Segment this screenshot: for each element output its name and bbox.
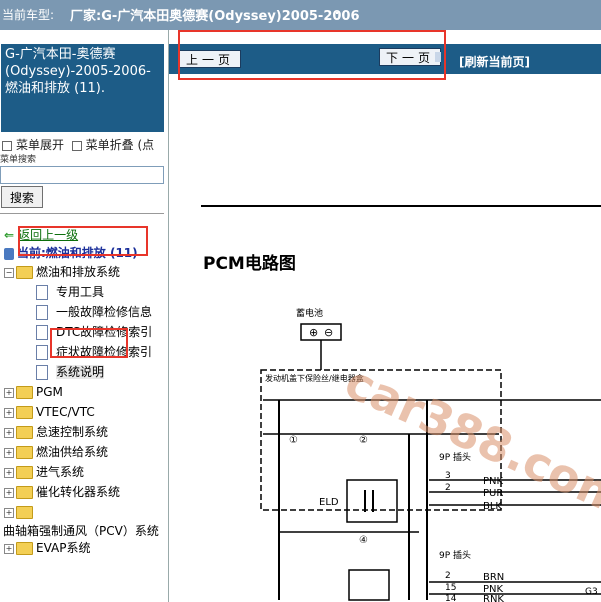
tree-item-label[interactable]: 进气系统 <box>36 465 84 479</box>
document-icon <box>36 345 48 360</box>
collapse-toggle-icon[interactable]: − <box>4 267 14 278</box>
pin-number: 2 <box>445 571 451 581</box>
folder-icon <box>16 506 33 519</box>
folder-icon <box>16 466 33 479</box>
tree-item[interactable]: + VTEC/VTC <box>4 402 95 422</box>
diagram-title: PCM电路图 <box>203 254 296 274</box>
fuse-marker: ② <box>359 435 368 446</box>
tree-item-label[interactable]: VTEC/VTC <box>36 405 95 419</box>
folder-icon <box>16 386 33 399</box>
current-node-icon <box>4 247 14 260</box>
tree-item[interactable]: + 进气系统 <box>4 462 84 482</box>
search-label: 菜单搜索 <box>0 155 37 165</box>
search-button[interactable]: 搜索 <box>1 186 43 208</box>
collapse-label[interactable]: 菜单折叠 (点 <box>86 138 155 152</box>
tree-item[interactable]: + PGM <box>4 382 63 402</box>
expand-toggle-icon[interactable]: + <box>4 387 14 398</box>
divider <box>0 213 164 214</box>
pin-number: 15 <box>445 583 456 593</box>
component-box <box>348 569 390 601</box>
expand-toggle-icon[interactable]: + <box>4 467 14 478</box>
document-icon <box>36 285 48 300</box>
refresh-link[interactable]: [刷新当前页] <box>459 53 530 70</box>
search-input[interactable] <box>0 166 164 184</box>
battery-box <box>300 323 342 341</box>
tree-item-label[interactable]: 一般故障检修信息 <box>56 305 152 319</box>
tree-item-label[interactable]: 系统说明 <box>56 365 105 379</box>
highlight-box <box>18 226 148 256</box>
tree-item-label[interactable]: 燃油和排放系统 <box>36 265 120 279</box>
tree-item-label[interactable]: 燃油供给系统 <box>36 445 108 459</box>
expand-checkbox[interactable] <box>2 140 12 151</box>
circuit-diagram: 蓄电池 ⊕ ⊖ 发动机盖下保险丝/继电器盒 ① ② ④ 9P 插头 3 2 PN… <box>260 307 601 602</box>
tree-item[interactable]: + 燃油供给系统 <box>4 442 108 462</box>
sidebar-title: G-广汽本田-奥德赛(Odyssey)-2005-2006- 燃油和排放 (11… <box>1 44 164 132</box>
folder-icon <box>16 406 33 419</box>
tree-item-label[interactable]: 怠速控制系统 <box>36 425 108 439</box>
connector-label: 9P 插头 <box>439 549 471 561</box>
expand-toggle-icon[interactable]: + <box>4 507 14 518</box>
tree-item[interactable]: − 燃油和排放系统 <box>4 262 120 282</box>
expand-toggle-icon[interactable]: + <box>4 407 14 418</box>
watermark: car388.com <box>337 355 601 527</box>
tree-item[interactable]: + 怠速控制系统 <box>4 422 108 442</box>
expand-toggle-icon[interactable]: + <box>4 427 14 438</box>
tree-item-label[interactable]: EVAP系统 <box>36 541 90 555</box>
decor-dot <box>336 12 338 14</box>
highlight-box <box>178 30 446 80</box>
tree-item-label[interactable]: PGM <box>36 385 63 399</box>
page-divider <box>201 205 601 207</box>
battery-label: 蓄电池 <box>296 307 323 319</box>
folder-icon <box>16 446 33 459</box>
document-icon <box>36 365 48 380</box>
document-icon <box>36 305 48 320</box>
expand-toggle-icon[interactable]: + <box>4 487 14 498</box>
wire-label: PUR <box>483 488 503 499</box>
expand-toggle-icon[interactable]: + <box>4 543 14 554</box>
tree-item-label[interactable]: 催化转化器系统 <box>36 485 120 499</box>
folder-icon <box>16 486 33 499</box>
content-pane: 上一页 下一页 [刷新当前页] PCM电路图 蓄电池 ⊕ ⊖ 发动机盖下保险丝/… <box>169 30 601 602</box>
fuse-marker: ① <box>289 435 298 446</box>
back-arrow-icon: ⇐ <box>4 228 15 242</box>
tree-item[interactable]: + 催化转化器系统 <box>4 482 120 502</box>
pin-number: 14 <box>445 594 457 602</box>
folder-icon <box>16 542 33 555</box>
top-bar: 当前车型: 厂家:G-广汽本田奥德赛(Odyssey)2005-2006 <box>0 0 601 31</box>
wire-label: PNK <box>483 476 504 487</box>
expand-toggle-icon[interactable]: + <box>4 447 14 458</box>
vehicle-label: 当前车型: <box>2 8 55 22</box>
expand-label[interactable]: 菜单展开 <box>16 138 64 152</box>
document-icon <box>36 325 48 340</box>
sidebar: G-广汽本田-奥德赛(Odyssey)-2005-2006- 燃油和排放 (11… <box>0 30 169 602</box>
tree-item-label[interactable]: 曲轴箱强制通风（PCV）系统 <box>3 524 159 538</box>
wire-label: BLK <box>483 501 502 512</box>
eld-label: ELD <box>319 497 339 508</box>
folder-icon <box>16 266 33 279</box>
vehicle-value: 厂家:G-广汽本田奥德赛(Odyssey)2005-2006 <box>70 9 360 24</box>
tree-item[interactable]: + EVAP系统 <box>4 538 90 558</box>
tree-item-label[interactable]: 专用工具 <box>56 285 104 299</box>
tree-item[interactable]: + <box>4 502 36 522</box>
battery-plus-icon: ⊕ <box>309 326 318 339</box>
ground-label: G3 <box>585 587 598 597</box>
fuse-marker: ④ <box>359 535 368 546</box>
battery-minus-icon: ⊖ <box>324 326 333 339</box>
highlight-box <box>50 328 128 358</box>
menu-controls: 菜单展开 菜单折叠 (点 <box>2 136 154 153</box>
tree-item[interactable]: 专用工具 <box>36 282 104 302</box>
tree-item[interactable]: 一般故障检修信息 <box>36 302 152 322</box>
collapse-checkbox[interactable] <box>71 140 82 151</box>
wire-label: RNK <box>483 594 504 602</box>
folder-icon <box>16 426 33 439</box>
tree-item-selected[interactable]: 系统说明 <box>36 362 105 382</box>
